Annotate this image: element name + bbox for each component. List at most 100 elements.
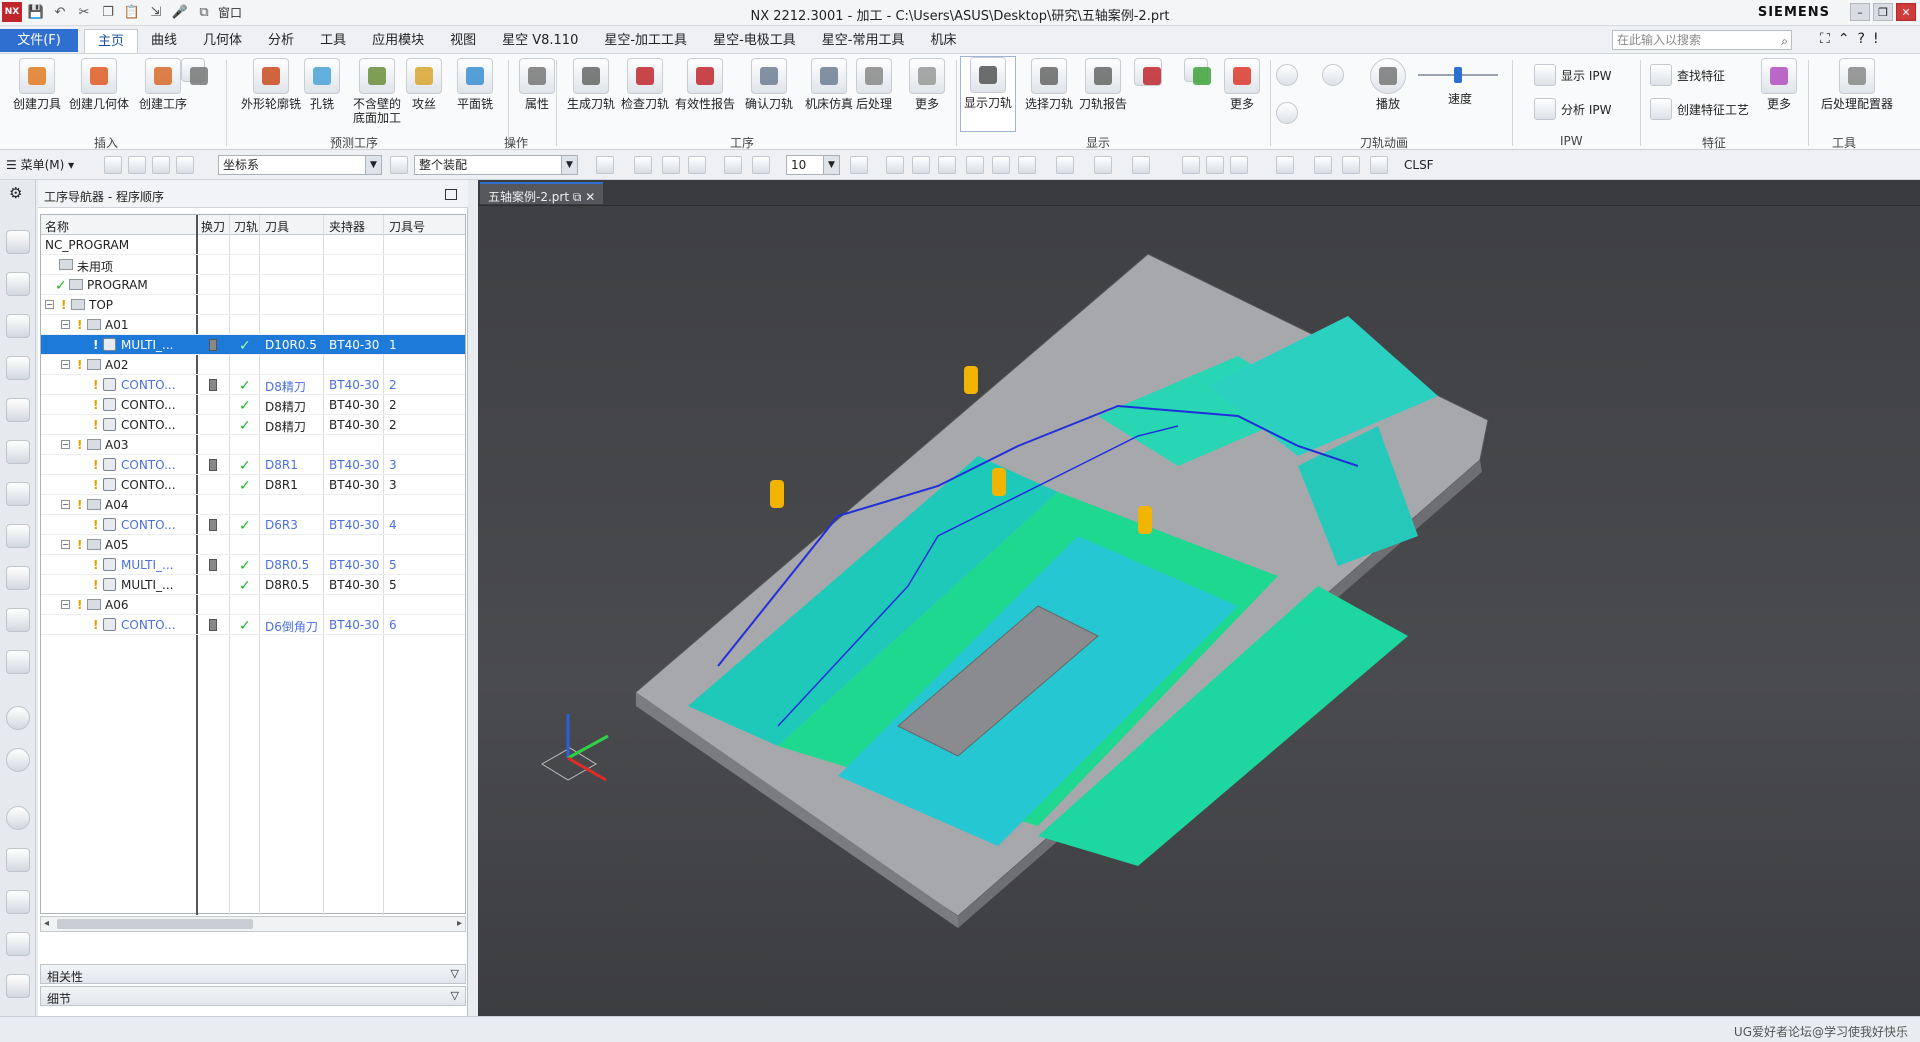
- post-configurator-button[interactable]: 后处理配置器: [1814, 58, 1900, 111]
- tools-icon[interactable]: [6, 932, 30, 956]
- table-row[interactable]: −! A06: [41, 595, 465, 615]
- collapse-icon[interactable]: −: [61, 360, 70, 369]
- play-button[interactable]: 播放: [1356, 58, 1420, 111]
- help-icon[interactable]: ?: [1858, 31, 1865, 47]
- table-row[interactable]: −! A03: [41, 435, 465, 455]
- close-tab-icon[interactable]: ✕: [585, 190, 595, 204]
- chevron-left-icon[interactable]: ◂: [44, 917, 49, 931]
- table-row-selected[interactable]: ! MULTI_... ✓ D10R0.5 BT40-30 1: [41, 335, 465, 355]
- table-row[interactable]: NC_PROGRAM: [41, 235, 465, 255]
- tab-curve[interactable]: 曲线: [138, 29, 190, 53]
- pen-icon[interactable]: [1342, 156, 1360, 174]
- shade-icon[interactable]: [1056, 156, 1074, 174]
- minimize-icon[interactable]: –: [1850, 3, 1870, 21]
- generate-toolpath-button[interactable]: 生成刀轨: [560, 58, 622, 111]
- floor-machining-button[interactable]: 不含壁的 底面加工: [346, 58, 408, 125]
- feature-icon[interactable]: [6, 524, 30, 548]
- machine-tool-navigator-icon[interactable]: [6, 314, 30, 338]
- gear-icon[interactable]: ⚙: [9, 184, 22, 202]
- reuse-library-icon[interactable]: [6, 440, 30, 464]
- shade-icon[interactable]: [966, 156, 984, 174]
- create-feature-process-button[interactable]: 创建特征工艺: [1650, 98, 1749, 120]
- roles-icon[interactable]: [6, 974, 30, 998]
- tab-geometry[interactable]: 几何体: [190, 29, 255, 53]
- move-up-button[interactable]: [1178, 58, 1214, 85]
- select-icon[interactable]: [596, 156, 614, 174]
- shade-icon[interactable]: [1094, 156, 1112, 174]
- shade-icon[interactable]: [992, 156, 1010, 174]
- filter-icon[interactable]: [390, 156, 408, 174]
- create-geometry-button[interactable]: 创建几何体: [68, 58, 130, 111]
- analyze-ipw-button[interactable]: 分析 IPW: [1534, 98, 1611, 120]
- pen-icon[interactable]: [1370, 156, 1388, 174]
- globe-icon[interactable]: [6, 748, 30, 772]
- table-row[interactable]: ! CONTO... ✓ D8R1 BT40-30 3: [41, 455, 465, 475]
- table-row[interactable]: ! CONTO... ✓ D6倒角刀 BT40-30 6: [41, 615, 465, 635]
- table-row[interactable]: ✓ PROGRAM: [41, 275, 465, 295]
- shade-icon[interactable]: [1132, 156, 1150, 174]
- assembly-navigator-icon[interactable]: [6, 398, 30, 422]
- collapse-icon[interactable]: −: [61, 600, 70, 609]
- alert-icon[interactable]: !: [1873, 31, 1879, 47]
- tab-xingkong-common[interactable]: 星空-常用工具: [809, 29, 918, 53]
- shade-icon[interactable]: [1018, 156, 1036, 174]
- operation-navigator-icon[interactable]: [6, 272, 30, 296]
- method-view-icon[interactable]: [176, 156, 194, 174]
- collapse-icon[interactable]: −: [61, 440, 70, 449]
- display-extra-button[interactable]: [1130, 58, 1166, 89]
- close-icon[interactable]: ✕: [1896, 3, 1916, 21]
- profile-milling-button[interactable]: 外形轮廓铣: [240, 58, 302, 111]
- graphics-viewport[interactable]: 五轴案例-2.prt ⧉ ✕: [478, 180, 1920, 1016]
- select-toolpath-button[interactable]: 选择刀轨: [1018, 58, 1080, 111]
- chevron-right-icon[interactable]: ▸: [457, 917, 462, 931]
- snap-icon[interactable]: [662, 156, 680, 174]
- feature-more-button[interactable]: 更多: [1754, 58, 1804, 111]
- show-ipw-button[interactable]: 显示 IPW: [1534, 64, 1611, 86]
- chevron-down-icon[interactable]: ▽: [451, 989, 459, 1002]
- machine-view-icon[interactable]: [128, 156, 146, 174]
- menu-button[interactable]: ☰ 菜单(M) ▾: [6, 156, 74, 173]
- tab-machine[interactable]: 机床: [917, 29, 969, 53]
- table-row[interactable]: −! A04: [41, 495, 465, 515]
- assembly-scope-select[interactable]: 整个装配 ▼: [414, 155, 578, 175]
- measure-icon[interactable]: [6, 890, 30, 914]
- table-row[interactable]: ! MULTI_... ✓ D8R0.5 BT40-30 5: [41, 575, 465, 595]
- search-icon[interactable]: ⌕: [1781, 32, 1788, 50]
- display-more-button[interactable]: 更多: [1216, 58, 1268, 111]
- snap-icon[interactable]: [724, 156, 742, 174]
- geometry-view-icon[interactable]: [152, 156, 170, 174]
- operation-more-button[interactable]: 更多: [902, 58, 952, 111]
- tab-xingkong-machining[interactable]: 星空-加工工具: [591, 29, 700, 53]
- tab-tools[interactable]: 工具: [307, 29, 359, 53]
- tab-xingkong[interactable]: 星空 V8.110: [489, 29, 591, 53]
- col-name[interactable]: 名称: [45, 218, 69, 235]
- collapse-icon[interactable]: −: [61, 540, 70, 549]
- table-row[interactable]: ! CONTO... ✓ D8精刀 BT40-30 2: [41, 395, 465, 415]
- table-row[interactable]: 未用项: [41, 255, 465, 275]
- insert-extra-button[interactable]: [178, 58, 208, 85]
- history-icon[interactable]: [6, 806, 30, 830]
- chevron-down-icon[interactable]: ▽: [451, 967, 459, 980]
- program-view-icon[interactable]: [104, 156, 122, 174]
- eye-icon[interactable]: [1230, 156, 1248, 174]
- rewind-button[interactable]: [1276, 102, 1298, 124]
- fixture-icon[interactable]: [6, 650, 30, 674]
- collapse-ribbon-icon[interactable]: ⌃: [1838, 31, 1850, 47]
- command-search-input[interactable]: 在此输入以搜索 ⌕: [1612, 30, 1792, 50]
- hole-milling-button[interactable]: 孔铣: [296, 58, 348, 111]
- part-file-tab[interactable]: 五轴案例-2.prt ⧉ ✕: [480, 182, 604, 204]
- table-row[interactable]: ! CONTO... ✓ D8精刀 BT40-30 2: [41, 415, 465, 435]
- toolpath-report-button[interactable]: 刀轨报告: [1072, 58, 1134, 111]
- col-toolpath[interactable]: 刀轨: [234, 218, 258, 235]
- tool-icon[interactable]: [1314, 156, 1332, 174]
- planar-milling-button[interactable]: 平面铣: [444, 58, 506, 111]
- validity-report-button[interactable]: 有效性报告: [674, 58, 736, 111]
- tapping-button[interactable]: 攻丝: [400, 58, 448, 111]
- tab-analysis[interactable]: 分析: [255, 29, 307, 53]
- scrollbar-thumb[interactable]: [57, 919, 253, 929]
- view-icon[interactable]: [912, 156, 930, 174]
- table-row[interactable]: ! CONTO... ✓ D6R3 BT40-30 4: [41, 515, 465, 535]
- collapse-icon[interactable]: −: [61, 500, 70, 509]
- step-forward-button[interactable]: [1322, 64, 1344, 86]
- col-tool-change[interactable]: 换刀: [201, 218, 225, 235]
